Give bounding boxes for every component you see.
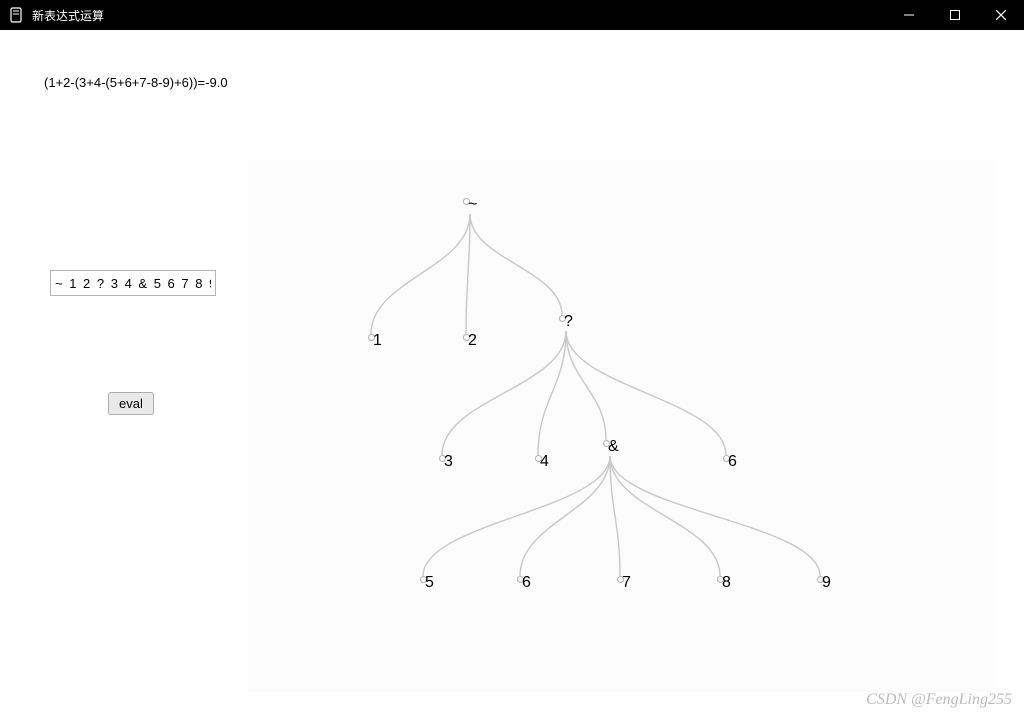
tree-node-label: & bbox=[608, 438, 619, 456]
tree-node-label: 3 bbox=[444, 453, 453, 471]
tree-edge bbox=[566, 331, 606, 440]
content-area: (1+2-(3+4-(5+6+7-8-9)+6))=-9.0 eval ~1 2?… bbox=[0, 30, 1024, 715]
window-title: 新表达式运算 bbox=[32, 7, 886, 24]
tree-edge bbox=[520, 456, 610, 576]
tree-edge bbox=[442, 331, 566, 455]
expression-result: (1+2-(3+4-(5+6+7-8-9)+6))=-9.0 bbox=[44, 75, 228, 90]
tree-edge bbox=[566, 331, 726, 455]
prefix-expression-input[interactable] bbox=[50, 270, 216, 296]
eval-button[interactable]: eval bbox=[108, 392, 154, 415]
window-controls bbox=[886, 0, 1024, 30]
titlebar: 新表达式运算 bbox=[0, 0, 1024, 30]
tree-node-label: 9 bbox=[822, 574, 831, 592]
tree-node-label: 6 bbox=[728, 453, 737, 471]
watermark: CSDN @FengLing255 bbox=[866, 691, 1012, 709]
tree-edge bbox=[538, 331, 566, 455]
tree-edge bbox=[470, 214, 562, 315]
tree-edge bbox=[371, 214, 470, 334]
app-icon bbox=[8, 7, 24, 23]
tree-node-label: 4 bbox=[540, 453, 549, 471]
tree-node-label: ? bbox=[564, 313, 573, 331]
close-button[interactable] bbox=[978, 0, 1024, 30]
tree-node-label: 8 bbox=[722, 574, 731, 592]
tree-edge bbox=[610, 456, 720, 576]
tree-node-label: 1 bbox=[373, 332, 382, 350]
tree-node-label: ~ bbox=[468, 196, 477, 214]
tree-node-label: 2 bbox=[468, 332, 477, 350]
tree-edge bbox=[423, 456, 610, 576]
tree-node-label: 5 bbox=[425, 574, 434, 592]
maximize-button[interactable] bbox=[932, 0, 978, 30]
minimize-button[interactable] bbox=[886, 0, 932, 30]
tree-node-label: 6 bbox=[522, 574, 531, 592]
tree-node-label: 7 bbox=[622, 574, 631, 592]
tree-canvas: ~1 2? 3 4 & 6 5 6 7 8 9 bbox=[248, 160, 995, 692]
tree-edges-layer bbox=[248, 160, 995, 692]
